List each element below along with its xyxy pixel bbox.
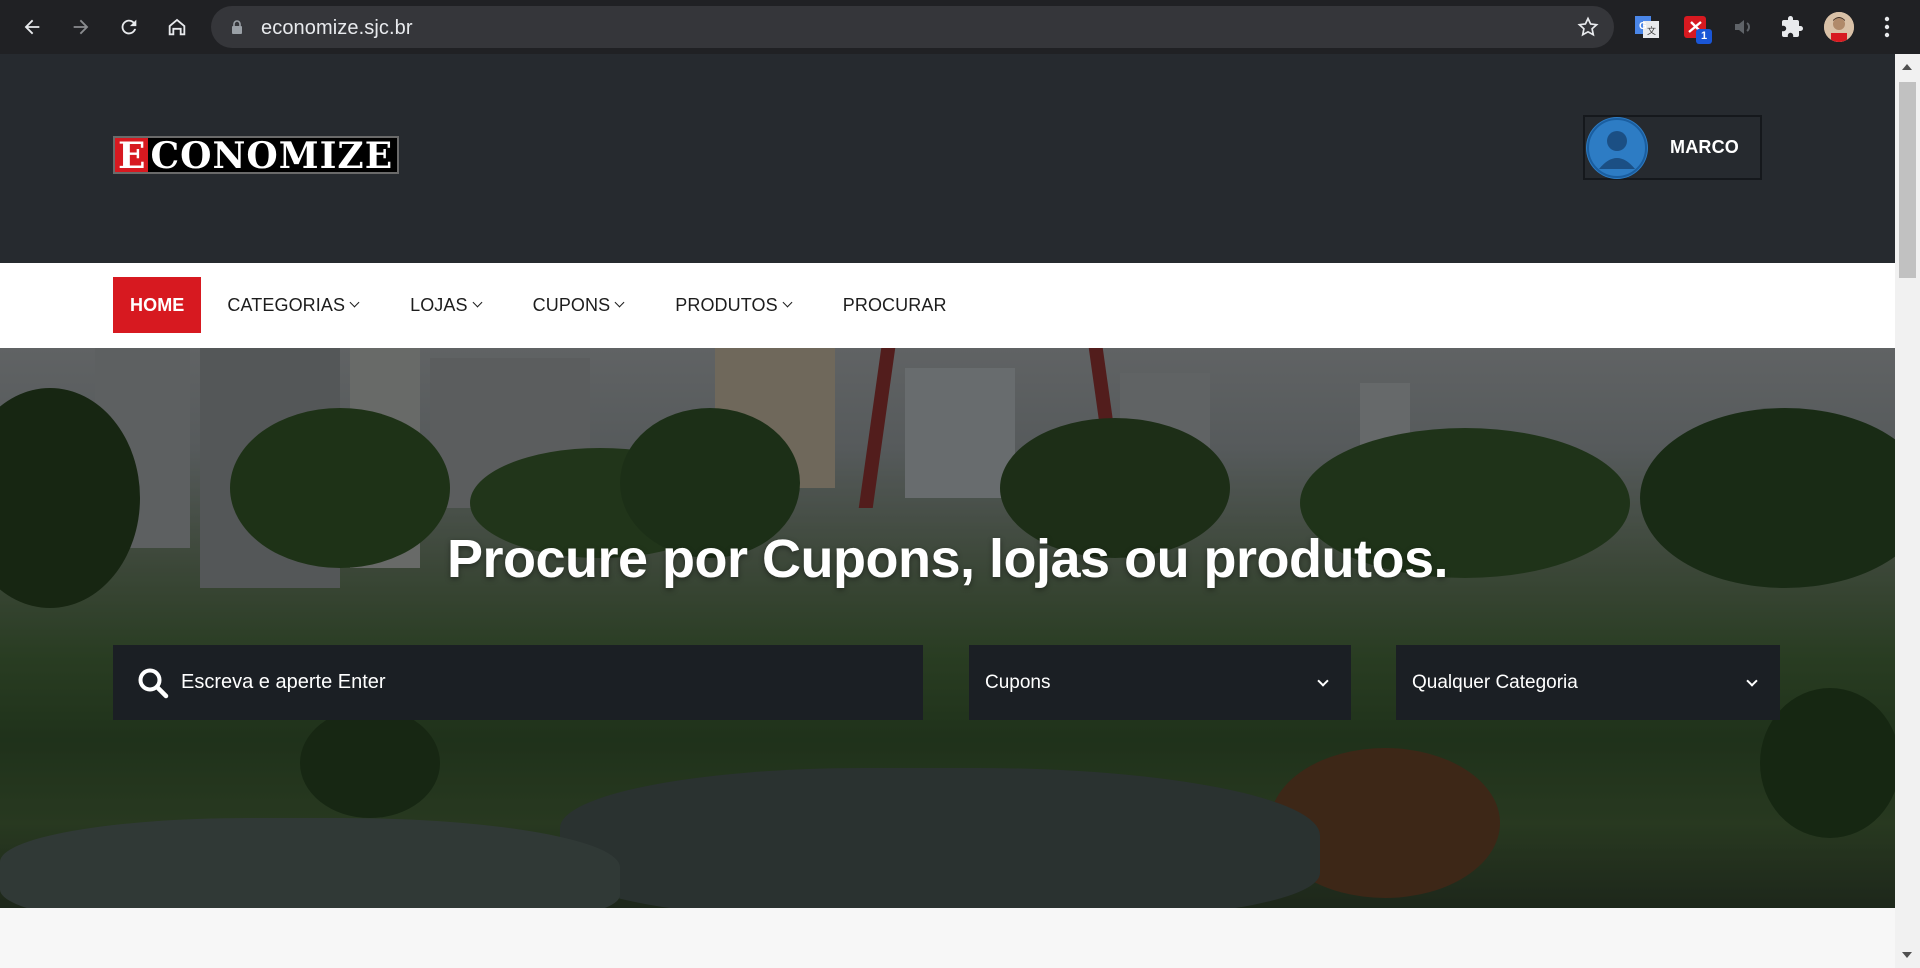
- nav-home-label: HOME: [130, 294, 185, 315]
- category-select-value: Qualquer Categoria: [1412, 671, 1578, 693]
- nav-cupons[interactable]: CUPONS: [520, 277, 637, 333]
- nav-lojas[interactable]: LOJAS: [397, 277, 494, 333]
- reload-button[interactable]: [113, 11, 145, 43]
- chevron-down-icon: [614, 297, 625, 308]
- chevron-down-icon: [472, 297, 483, 308]
- nav-procurar-label: PROCURAR: [842, 294, 947, 315]
- page-scrollbar[interactable]: [1895, 54, 1920, 968]
- google-translate-icon[interactable]: G文: [1632, 12, 1662, 42]
- nav-home[interactable]: HOME: [113, 277, 202, 333]
- hero-title: Procure por Cupons, lojas ou produtos.: [446, 529, 1449, 589]
- main-navigation: HOME CATEGORIAS LOJAS CUPONS PRODUTOS PR…: [0, 263, 1895, 348]
- browser-toolbar: economize.sjc.br G文 1: [0, 0, 1920, 54]
- avatar-icon: [1824, 12, 1854, 42]
- site-logo[interactable]: E CONOMIZE: [113, 135, 400, 177]
- svg-text:G: G: [1639, 21, 1647, 32]
- nav-produtos[interactable]: PRODUTOS: [662, 277, 803, 333]
- content-area: [0, 908, 1895, 968]
- coupon-extension-icon[interactable]: 1: [1680, 12, 1712, 44]
- nav-procurar[interactable]: PROCURAR: [830, 277, 960, 333]
- home-icon: [168, 18, 186, 36]
- chevron-down-icon: [349, 297, 360, 308]
- hero-overlay: [0, 348, 1895, 908]
- chevron-down-icon: [782, 297, 793, 308]
- search-input[interactable]: [181, 645, 901, 720]
- site-header: E CONOMIZE MARCO: [0, 54, 1895, 263]
- media-icon[interactable]: [1729, 12, 1759, 42]
- category-select[interactable]: Qualquer Categoria: [1396, 645, 1780, 720]
- chevron-down-icon: [1317, 675, 1329, 687]
- profile-avatar[interactable]: [1824, 12, 1854, 42]
- nav-categorias-label: CATEGORIAS: [227, 294, 346, 315]
- hero-section: Procure por Cupons, lojas ou produtos. C…: [0, 348, 1895, 908]
- home-button[interactable]: [161, 11, 193, 43]
- url-text: economize.sjc.br: [261, 17, 413, 39]
- type-select[interactable]: Cupons: [969, 645, 1351, 720]
- user-menu[interactable]: MARCO: [1583, 115, 1762, 180]
- puzzle-icon[interactable]: [1777, 12, 1807, 42]
- arrow-right-icon: [73, 19, 89, 35]
- chevron-down-icon: [1746, 675, 1758, 687]
- logo-text: CONOMIZE: [150, 135, 394, 177]
- page-viewport: E CONOMIZE MARCO HOME CATEGORIAS LOJAS C…: [0, 54, 1895, 968]
- user-avatar-icon: [1586, 116, 1648, 179]
- forward-button[interactable]: [65, 11, 97, 43]
- nav-produtos-label: PRODUTOS: [675, 294, 778, 315]
- search-bar: [113, 645, 923, 720]
- notification-badge: 1: [1696, 29, 1712, 44]
- browser-menu-button[interactable]: [1872, 12, 1902, 42]
- scrollbar-thumb[interactable]: [1899, 82, 1916, 278]
- type-select-value: Cupons: [985, 671, 1051, 693]
- arrow-left-icon: [24, 19, 40, 35]
- nav-categorias[interactable]: CATEGORIAS: [214, 277, 371, 333]
- logo-first-letter: E: [115, 138, 149, 174]
- scroll-up-icon[interactable]: [1902, 64, 1912, 70]
- nav-lojas-label: LOJAS: [410, 294, 468, 315]
- back-button[interactable]: [16, 11, 48, 43]
- reload-icon: [121, 19, 137, 35]
- search-icon: [138, 668, 169, 699]
- svg-text:文: 文: [1647, 25, 1656, 36]
- address-bar[interactable]: economize.sjc.br: [211, 6, 1614, 48]
- bookmark-star-icon[interactable]: [1576, 15, 1600, 39]
- kebab-menu-icon: [1884, 16, 1890, 38]
- lock-icon: [232, 20, 242, 34]
- nav-cupons-label: CUPONS: [532, 294, 611, 315]
- user-name: MARCO: [1670, 137, 1739, 157]
- scroll-down-icon[interactable]: [1902, 952, 1912, 958]
